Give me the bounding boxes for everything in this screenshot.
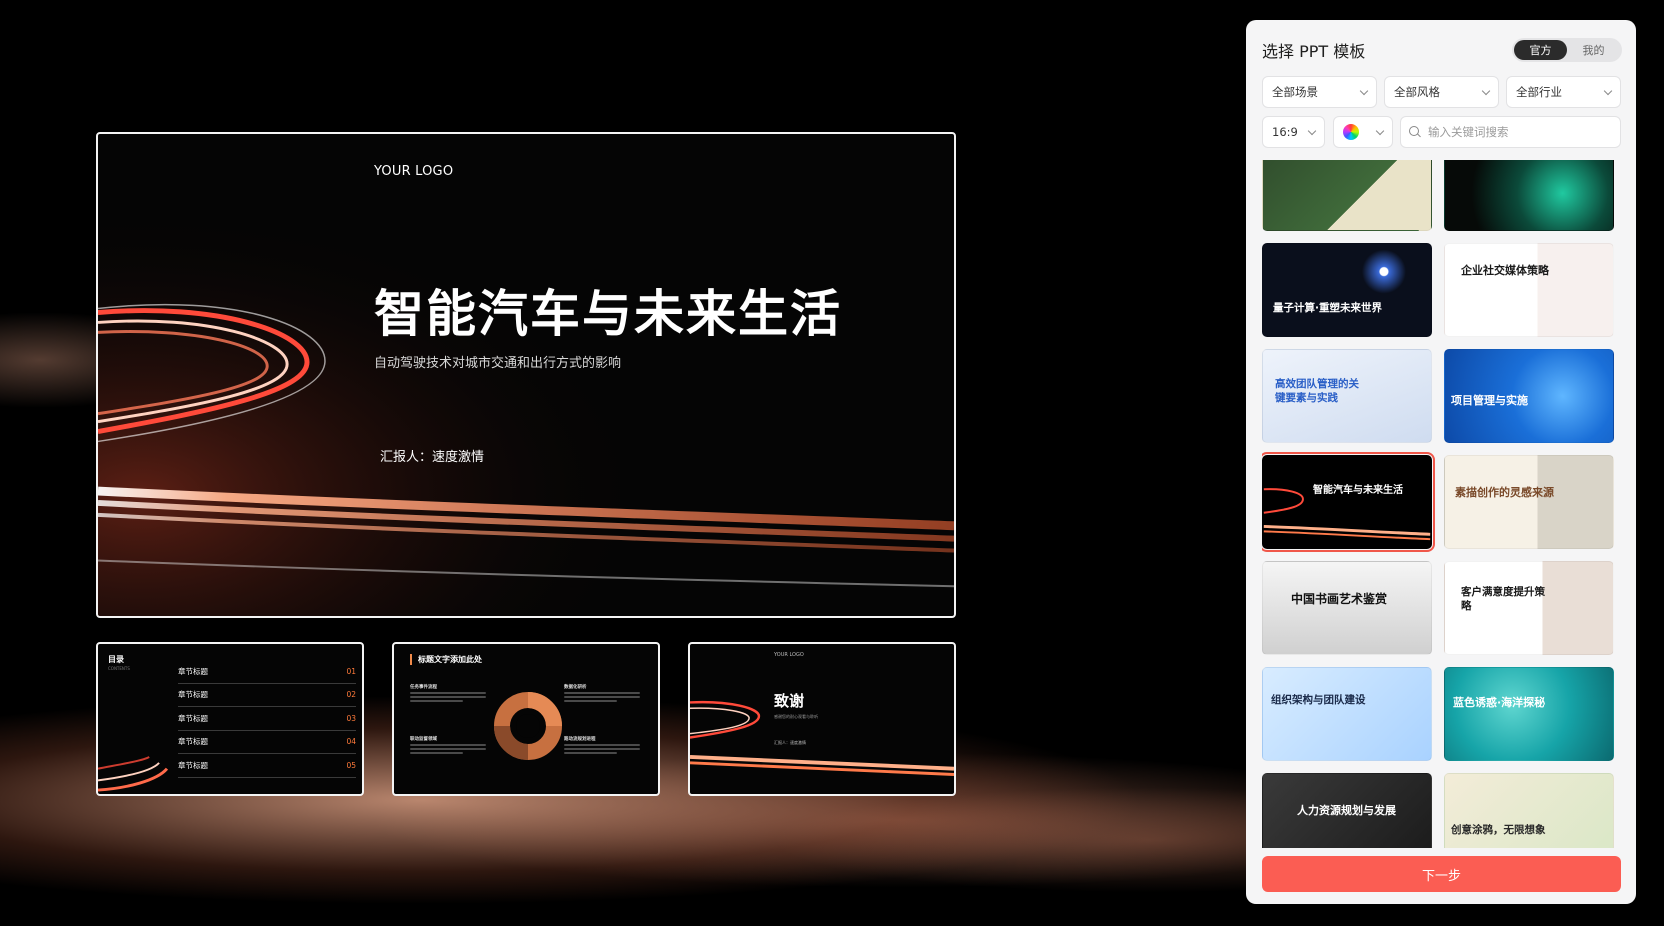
search-icon <box>1409 126 1421 138</box>
thumbnail-content[interactable]: 标题文字添加此处 任务事件流程 数据化研析 联动监督领域 路动流规划进程 <box>392 642 660 796</box>
template-card[interactable]: 智能汽车与未来生活 <box>1262 452 1435 552</box>
block-heading: 路动流规划进程 <box>564 737 596 742</box>
toc-row: 章节标题 02 <box>178 684 356 707</box>
content-block: 任务事件流程 <box>410 684 486 704</box>
toc-row: 章节标题 05 <box>178 754 356 778</box>
template-title: 组织架构与团队建设 <box>1271 694 1366 706</box>
template-card[interactable] <box>1262 160 1432 231</box>
block-heading: 任务事件流程 <box>410 685 437 690</box>
template-panel: 选择 PPT 模板 官方 我的 全部场景 全部风格 全部行业 16:9 量子计算… <box>1246 20 1636 904</box>
source-toggle: 官方 我的 <box>1512 38 1622 62</box>
chevron-down-icon <box>1481 86 1491 95</box>
content-heading: 标题文字添加此处 <box>410 654 482 665</box>
light-streaks-image <box>1263 488 1431 541</box>
color-dropdown[interactable] <box>1333 116 1393 148</box>
main-slide-preview: YOUR LOGO 智能汽车与未来生活 自动驾驶技术对城市交通和出行方式的影响 … <box>96 132 956 618</box>
ratio-dropdown-label: 16:9 <box>1272 125 1298 139</box>
style-dropdown-label: 全部风格 <box>1394 85 1440 99</box>
content-block: 联动监督领域 <box>410 736 486 756</box>
search-box <box>1400 116 1621 148</box>
toc-row: 章节标题 04 <box>178 731 356 754</box>
toc-label: 章节标题 <box>178 690 208 700</box>
tab-official[interactable]: 官方 <box>1514 40 1567 60</box>
thanks-subtitle: 感谢您的耐心观看与聆听 <box>774 714 818 719</box>
slide-title: 智能汽车与未来生活 <box>374 285 842 343</box>
template-title: 高效团队管理的关键要素与实践 <box>1275 378 1359 404</box>
template-title: 创意涂鸦，无限想象 <box>1451 824 1546 836</box>
template-card[interactable]: 素描创作的灵感来源 <box>1444 455 1614 549</box>
industry-dropdown-label: 全部行业 <box>1516 85 1562 99</box>
cycle-diagram-icon <box>494 692 562 760</box>
light-streaks-image <box>98 134 954 616</box>
template-card[interactable]: 企业社交媒体策略 <box>1444 243 1614 337</box>
toc-number: 02 <box>346 690 356 700</box>
template-grid-scroll[interactable]: 量子计算·重塑未来世界 企业社交媒体策略高效团队管理的关键要素与实践项目管理与实施… <box>1262 160 1628 848</box>
toc-label: 章节标题 <box>178 760 208 770</box>
search-input[interactable] <box>1428 125 1612 139</box>
template-title: 人力资源规划与发展 <box>1297 804 1396 817</box>
template-title: 项目管理与实施 <box>1451 394 1528 407</box>
toc-list: 章节标题 01 章节标题 02 章节标题 03 章节标题 04 章节标题 05 <box>178 660 356 778</box>
template-card[interactable]: 客户满意度提升策略 <box>1444 561 1614 655</box>
toc-row: 章节标题 03 <box>178 707 356 731</box>
scene-dropdown-label: 全部场景 <box>1272 85 1318 99</box>
toc-number: 05 <box>346 760 356 770</box>
block-heading: 数据化研析 <box>564 685 587 690</box>
thanks-title: 致谢 <box>774 692 805 710</box>
template-card[interactable]: 组织架构与团队建设 <box>1262 667 1432 761</box>
content-block: 数据化研析 <box>564 684 640 704</box>
template-title: 量子计算·重塑未来世界 <box>1273 302 1382 314</box>
template-card[interactable]: 蓝色诱惑·海洋探秘 <box>1444 667 1614 761</box>
template-card[interactable]: 中国书画艺术鉴赏 <box>1262 561 1432 655</box>
thumbnail-toc[interactable]: 目录 CONTENTS 章节标题 01 章节标题 02 章节标题 03 章节标题 04 … <box>96 642 364 796</box>
color-wheel-icon <box>1343 124 1359 140</box>
template-title: 客户满意度提升策略 <box>1461 586 1545 612</box>
template-title: 素描创作的灵感来源 <box>1455 486 1554 499</box>
toc-label: 章节标题 <box>178 713 208 723</box>
light-streaks-image <box>690 700 954 776</box>
chevron-down-icon <box>1307 126 1317 135</box>
slide-reporter: 汇报人：速度激情 <box>380 450 485 465</box>
toc-row: 章节标题 01 <box>178 660 356 684</box>
thanks-reporter: 汇报人：速度激情 <box>774 740 806 745</box>
panel-title: 选择 PPT 模板 <box>1262 42 1366 61</box>
logo-text: YOUR LOGO <box>774 652 804 658</box>
chevron-down-icon <box>1603 86 1613 95</box>
toc-title: 目录 <box>108 655 124 664</box>
chevron-down-icon <box>1359 86 1369 95</box>
template-card[interactable]: 量子计算·重塑未来世界 <box>1262 243 1432 337</box>
toc-label: 章节标题 <box>178 737 208 747</box>
slide-subtitle: 自动驾驶技术对城市交通和出行方式的影响 <box>374 356 622 371</box>
template-title: 中国书画艺术鉴赏 <box>1291 592 1388 606</box>
template-title: 蓝色诱惑·海洋探秘 <box>1453 696 1546 709</box>
toc-number: 03 <box>346 713 356 723</box>
ratio-dropdown[interactable]: 16:9 <box>1262 116 1325 148</box>
template-card[interactable] <box>1444 160 1614 231</box>
content-block: 路动流规划进程 <box>564 736 640 756</box>
tab-mine[interactable]: 我的 <box>1567 40 1620 60</box>
scene-dropdown[interactable]: 全部场景 <box>1262 76 1377 108</box>
toc-number: 01 <box>346 666 356 676</box>
thumbnail-thanks[interactable]: YOUR LOGO 致谢 感谢您的耐心观看与聆听 汇报人：速度激情 <box>688 642 956 796</box>
template-card[interactable]: 项目管理与实施 <box>1444 349 1614 443</box>
chevron-down-icon <box>1375 126 1385 135</box>
toc-subtitle: CONTENTS <box>108 666 130 671</box>
toc-label: 章节标题 <box>178 666 208 676</box>
template-card[interactable]: 创意涂鸦，无限想象 <box>1444 773 1614 848</box>
template-card[interactable]: 高效团队管理的关键要素与实践 <box>1262 349 1432 443</box>
template-title: 企业社交媒体策略 <box>1461 264 1549 277</box>
style-dropdown[interactable]: 全部风格 <box>1384 76 1499 108</box>
industry-dropdown[interactable]: 全部行业 <box>1506 76 1621 108</box>
block-heading: 联动监督领域 <box>410 737 437 742</box>
next-button[interactable]: 下一步 <box>1262 856 1621 892</box>
toc-number: 04 <box>346 737 356 747</box>
template-title: 智能汽车与未来生活 <box>1313 485 1403 496</box>
template-grid: 量子计算·重塑未来世界 企业社交媒体策略高效团队管理的关键要素与实践项目管理与实施… <box>1262 160 1614 848</box>
logo-text: YOUR LOGO <box>374 164 454 179</box>
template-card[interactable]: 人力资源规划与发展 <box>1262 773 1432 848</box>
